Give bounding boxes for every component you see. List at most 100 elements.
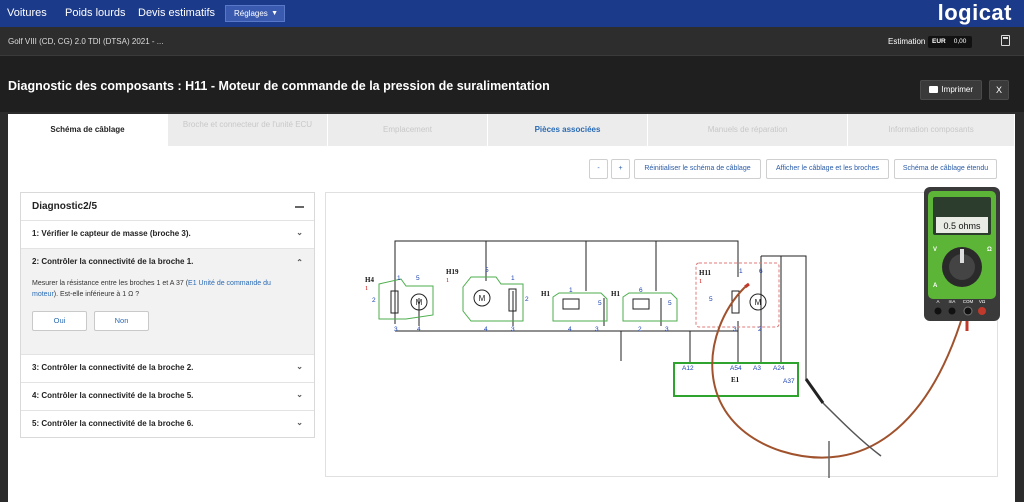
step-label: 3: Contrôler la connectivité de la broch… [32, 363, 194, 372]
connector-h4 [378, 278, 434, 320]
pin-number: 6 [759, 268, 763, 275]
wiring-diagram-canvas[interactable]: M M M H4 H19 H1 H1 H11 E1 1 1 1 1 2 5 3 … [325, 192, 998, 478]
red-probe-tip[interactable] [744, 282, 750, 289]
dial-pointer [960, 249, 964, 263]
zoom-out-button[interactable]: - [589, 159, 608, 179]
reset-schema-button[interactable]: Réinitialiser le schéma de câblage [634, 159, 761, 179]
pin-number: A12 [682, 365, 694, 372]
pin-number: 5 [668, 300, 672, 307]
diagnostic-step-5[interactable]: 5: Contrôler la connectivité de la broch… [21, 411, 314, 438]
pin-number: 1 [511, 275, 515, 282]
step-label: 1: Vérifier le capteur de masse (broche … [32, 229, 191, 238]
pin-number: 2 [372, 297, 376, 304]
diagnostic-title: Diagnostic2/5 [32, 201, 98, 212]
nav-voitures[interactable]: Voitures [7, 0, 47, 27]
extended-schema-button[interactable]: Schéma de câblage étendu [894, 159, 997, 179]
no-button[interactable]: Non [94, 311, 149, 331]
pin-number: 2 [638, 326, 642, 333]
tab-schema-cablage[interactable]: Schéma de câblage [8, 114, 168, 146]
pin-number: 4 [484, 326, 488, 333]
pin-number: 1 [739, 268, 743, 275]
chevron-up-icon: ⌃ [296, 258, 303, 267]
pin-number: 4 [568, 326, 572, 333]
diagnostic-step-2[interactable]: 2: Contrôler la connectivité de la broch… [21, 249, 314, 355]
calculator-icon[interactable] [1001, 35, 1010, 46]
connector-h1-a [552, 292, 608, 322]
pin-number: 1 [397, 275, 401, 282]
multimeter[interactable]: 0.5 ohms V Ω A A mA COM VΩ [924, 187, 1000, 323]
page-header: Diagnostic des composants : H11 - Moteur… [0, 56, 1024, 112]
nav-poids-lourds[interactable]: Poids lourds [65, 0, 126, 27]
dial-label-a: A [933, 283, 938, 289]
yes-button[interactable]: Oui [32, 311, 87, 331]
step-label: 4: Contrôler la connectivité de la broch… [32, 391, 194, 400]
chevron-down-icon: ⌄ [296, 390, 303, 399]
page-title: Diagnostic des composants : H11 - Moteur… [8, 79, 550, 93]
tab-broche-ecu[interactable]: Broche et connecteur de l'unité ECU [168, 114, 328, 146]
pin-number: 3 [733, 326, 737, 333]
dial-label-ohm: Ω [987, 247, 992, 253]
close-button[interactable]: X [989, 80, 1009, 100]
nav-devis-estimatifs[interactable]: Devis estimatifs [138, 0, 215, 27]
pin-number: 3 [394, 326, 398, 333]
tab-emplacement[interactable]: Emplacement [328, 114, 488, 146]
component-label-h1-b: H1 [611, 290, 620, 298]
estimation-label: Estimation [888, 37, 926, 46]
black-probe-tip[interactable] [804, 378, 825, 404]
jack-ma [948, 307, 956, 315]
h1b-solenoid [632, 298, 650, 310]
top-navigation: Voitures Poids lourds Devis estimatifs R… [0, 0, 1024, 27]
print-label: Imprimer [941, 85, 973, 94]
estimation-badge[interactable]: EUR 0,00 [928, 36, 972, 48]
wiring-diagram: M M M H4 H19 H1 H1 H11 E1 1 1 1 1 2 5 3 … [365, 240, 969, 478]
jack-a [934, 307, 942, 315]
jack-label: VΩ [979, 299, 986, 304]
vehicle-bar: Golf VIII (CD, CG) 2.0 TDI (DTSA) 2021 -… [0, 27, 1024, 56]
logicat-logo[interactable]: logicat [938, 0, 1012, 25]
zoom-in-button[interactable]: + [611, 159, 630, 179]
dial-label-v: V [933, 247, 937, 253]
pin-number: 3 [511, 326, 515, 333]
pin-number: 2 [525, 296, 529, 303]
pin-number: 2 [758, 326, 762, 333]
vehicle-label[interactable]: Golf VIII (CD, CG) 2.0 TDI (DTSA) 2021 -… [8, 27, 163, 56]
show-pins-button[interactable]: Afficher le câblage et les broches [766, 159, 889, 179]
pin-marker-red: 1 [365, 285, 368, 292]
currency-code: EUR [932, 38, 946, 45]
black-test-lead [822, 402, 882, 457]
component-label-h19: H19 [446, 268, 459, 276]
jack-com [963, 306, 973, 316]
connector-h19 [462, 276, 524, 322]
tab-bar: Schéma de câblage Broche et connecteur d… [8, 114, 1015, 146]
estimation-amount: 0,00 [953, 38, 967, 45]
tab-pieces-associees[interactable]: Pièces associées [488, 114, 648, 146]
pin-number: A24 [773, 365, 785, 372]
diagnostic-step-3[interactable]: 3: Contrôler la connectivité de la broch… [21, 355, 314, 383]
pin-marker-red: 1 [699, 278, 702, 285]
motor-symbol-h19: M [479, 294, 486, 303]
pin-number: 4 [417, 326, 421, 333]
settings-label: Réglages [234, 9, 268, 18]
component-label-h1-a: H1 [541, 290, 550, 298]
connector-h1-b [622, 292, 678, 322]
step-label: 2: Contrôler la connectivité de la broch… [32, 257, 194, 266]
pin-marker-red: 1 [446, 277, 449, 284]
pin-number: 1 [569, 287, 573, 294]
diagnostic-header[interactable]: Diagnostic2/5 [21, 193, 314, 221]
collapse-icon[interactable] [295, 206, 304, 208]
diagnostic-panel: Diagnostic2/5 1: Vérifier le capteur de … [20, 192, 315, 438]
pin-number: A3 [753, 365, 761, 372]
multimeter-reading: 0.5 ohms [943, 221, 981, 231]
pin-number: 3 [595, 326, 599, 333]
diagnostic-step-1[interactable]: 1: Vérifier le capteur de masse (broche … [21, 221, 314, 249]
settings-dropdown[interactable]: Réglages ▼ [225, 5, 285, 22]
diagnostic-step-4[interactable]: 4: Contrôler la connectivité de la broch… [21, 383, 314, 411]
wire-network [394, 240, 807, 379]
h1a-solenoid [562, 298, 580, 310]
tab-information-composants[interactable]: Information composants [848, 114, 1015, 146]
print-button[interactable]: Imprimer [920, 80, 982, 100]
tab-manuels-reparation[interactable]: Manuels de réparation [648, 114, 848, 146]
motor-symbol-h11: M [755, 298, 762, 307]
pin-number: 3 [665, 326, 669, 333]
step-description: Mesurer la résistance entre les broches … [32, 278, 297, 300]
